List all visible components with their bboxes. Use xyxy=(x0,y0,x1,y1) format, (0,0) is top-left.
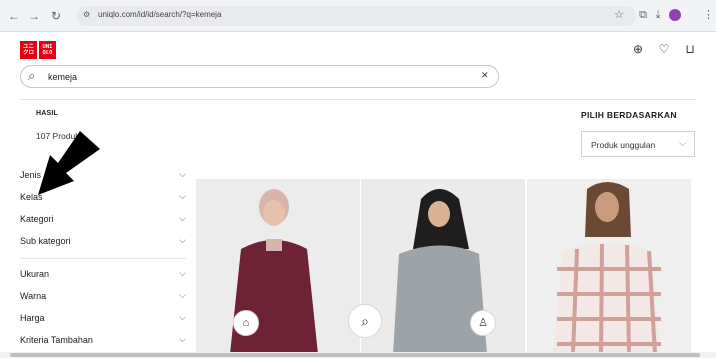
sort-heading: PILIH BERDASARKAN xyxy=(581,110,677,120)
filter-label: Kategori xyxy=(20,214,54,224)
product-card-1[interactable] xyxy=(196,179,360,354)
account-icon[interactable]: ♙ xyxy=(470,310,496,336)
wishlist-heart-icon[interactable]: ♡ xyxy=(656,41,672,57)
filter-harga[interactable]: Harga ⌵ xyxy=(20,311,186,329)
chevron-down-icon: ⌵ xyxy=(179,268,186,278)
sort-value: Produk unggulan xyxy=(591,140,656,150)
forward-icon[interactable]: → xyxy=(26,8,42,24)
product-image-grey-shirt xyxy=(361,179,525,354)
filter-divider xyxy=(20,258,186,259)
chevron-down-icon: ⌵ xyxy=(179,235,186,245)
search-input[interactable] xyxy=(48,69,468,85)
sort-dropdown[interactable]: Produk unggulan ⌵ xyxy=(581,131,695,157)
chevron-down-icon: ⌵ xyxy=(179,191,186,201)
filter-label: Ukuran xyxy=(20,269,50,279)
logo-latin: UNI QLO xyxy=(39,41,56,59)
back-icon[interactable]: ← xyxy=(6,8,22,24)
globe-icon[interactable]: ⊕ xyxy=(630,41,646,57)
annotation-arrow-icon xyxy=(38,131,100,195)
address-bar[interactable]: ⚙ uniqlo.com/id/id/search/?q=kemeja xyxy=(76,6,636,26)
chevron-down-icon: ⌵ xyxy=(179,312,186,322)
search-icon[interactable]: ⌕ xyxy=(28,68,35,84)
filter-label: Sub kategori xyxy=(20,236,71,246)
product-card-3[interactable] xyxy=(527,179,691,354)
filter-kategori[interactable]: Kategori ⌵ xyxy=(20,212,186,230)
filter-label: Kriteria Tambahan xyxy=(20,335,93,345)
chevron-down-icon: ⌵ xyxy=(179,169,186,179)
product-card-2[interactable] xyxy=(361,179,525,354)
download-icon[interactable]: ⤓ xyxy=(651,8,665,22)
logo-katakana: ユニ クロ xyxy=(20,41,37,59)
horizontal-scrollbar[interactable] xyxy=(0,352,716,358)
chevron-down-icon: ⌵ xyxy=(679,138,686,148)
product-image-check-shirt xyxy=(527,179,691,354)
filter-ukuran[interactable]: Ukuran ⌵ xyxy=(20,267,186,285)
profile-avatar-icon[interactable] xyxy=(669,9,681,21)
extensions-icon[interactable]: ⧉ xyxy=(636,8,650,22)
chevron-down-icon: ⌵ xyxy=(179,290,186,300)
header-divider xyxy=(20,99,696,100)
uniqlo-logo[interactable]: ユニ クロ UNI QLO xyxy=(20,41,56,59)
filter-warna[interactable]: Warna ⌵ xyxy=(20,289,186,307)
search-fab-icon[interactable]: ⌕ xyxy=(348,304,382,338)
filter-kriteria-tambahan[interactable]: Kriteria Tambahan ⌵ xyxy=(20,333,186,351)
chevron-down-icon: ⌵ xyxy=(179,334,186,344)
chevron-down-icon: ⌵ xyxy=(179,213,186,223)
clear-search-icon[interactable]: ✕ xyxy=(481,70,489,81)
scrollbar-thumb[interactable] xyxy=(10,353,700,357)
filter-sub-kategori[interactable]: Sub kategori ⌵ xyxy=(20,234,186,252)
reload-icon[interactable]: ↻ xyxy=(48,8,64,24)
filter-label: Warna xyxy=(20,291,47,301)
product-image-maroon-shirt xyxy=(196,179,360,354)
url-text: uniqlo.com/id/id/search/?q=kemeja xyxy=(98,10,222,19)
browser-menu-icon[interactable]: ⋮ xyxy=(703,8,714,21)
browser-toolbar: ← → ↻ ⚙ uniqlo.com/id/id/search/?q=kemej… xyxy=(0,0,716,32)
site-settings-icon[interactable]: ⚙ xyxy=(83,10,93,20)
search-bar[interactable]: ⌕ ✕ xyxy=(20,65,499,88)
home-icon[interactable]: ⌂ xyxy=(233,310,259,336)
cart-icon[interactable]: ⊔ xyxy=(682,41,698,57)
bookmark-star-icon[interactable]: ☆ xyxy=(612,8,626,22)
results-heading: HASIL xyxy=(36,110,58,117)
filter-label: Harga xyxy=(20,313,45,323)
